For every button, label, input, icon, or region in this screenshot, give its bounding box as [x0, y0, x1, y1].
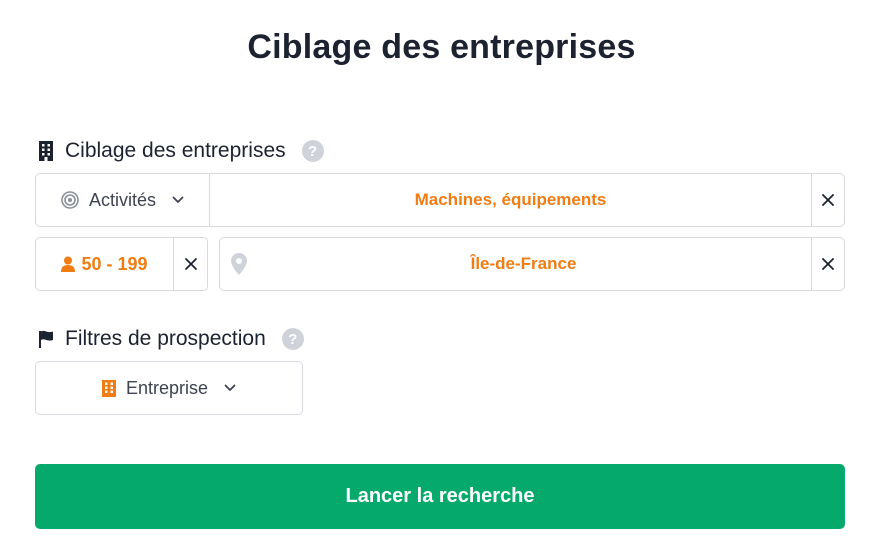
person-icon — [61, 256, 76, 272]
chevron-down-icon — [172, 196, 184, 204]
location-value-text: Île-de-France — [470, 254, 577, 273]
close-icon — [821, 257, 835, 271]
location-filter: Île-de-France — [219, 237, 845, 291]
flag-icon — [37, 329, 55, 349]
help-icon[interactable]: ? — [281, 328, 304, 350]
remove-activity-button[interactable] — [811, 174, 844, 226]
activity-select-label: Activités — [88, 189, 157, 210]
launch-search-button[interactable]: Lancer la recherche — [35, 464, 845, 529]
filters-label-text: Filtres de prospection — [65, 327, 266, 350]
activity-select[interactable]: Activités — [36, 174, 210, 226]
close-icon — [184, 257, 198, 271]
headcount-filter: 50 - 199 — [35, 237, 208, 291]
target-icon — [61, 191, 79, 209]
page-title: Ciblage des entreprises — [247, 28, 636, 66]
targeting-label-text: Ciblage des entreprises — [65, 139, 286, 162]
close-icon — [821, 193, 835, 207]
headcount-value[interactable]: 50 - 199 — [36, 238, 174, 290]
activity-value[interactable]: Machines, équipements — [210, 174, 811, 226]
remove-location-button[interactable] — [811, 238, 844, 290]
activity-value-text: Machines, équipements — [414, 190, 607, 209]
filters-section-label: Filtres de prospection ? — [37, 327, 304, 351]
targeting-section-label: Ciblage des entreprises ? — [37, 139, 324, 163]
building-icon — [101, 379, 116, 397]
help-icon[interactable]: ? — [301, 140, 324, 162]
prospect-type-select[interactable]: Entreprise — [35, 361, 303, 415]
building-icon — [37, 141, 55, 161]
headcount-value-text: 50 - 199 — [81, 253, 148, 274]
chevron-down-icon — [224, 384, 236, 392]
location-pin-icon — [220, 238, 258, 290]
remove-headcount-button[interactable] — [174, 238, 207, 290]
activity-filter-row: Activités Machines, équipements — [35, 173, 845, 227]
prospect-type-label: Entreprise — [125, 377, 209, 398]
location-value[interactable]: Île-de-France — [258, 238, 811, 290]
